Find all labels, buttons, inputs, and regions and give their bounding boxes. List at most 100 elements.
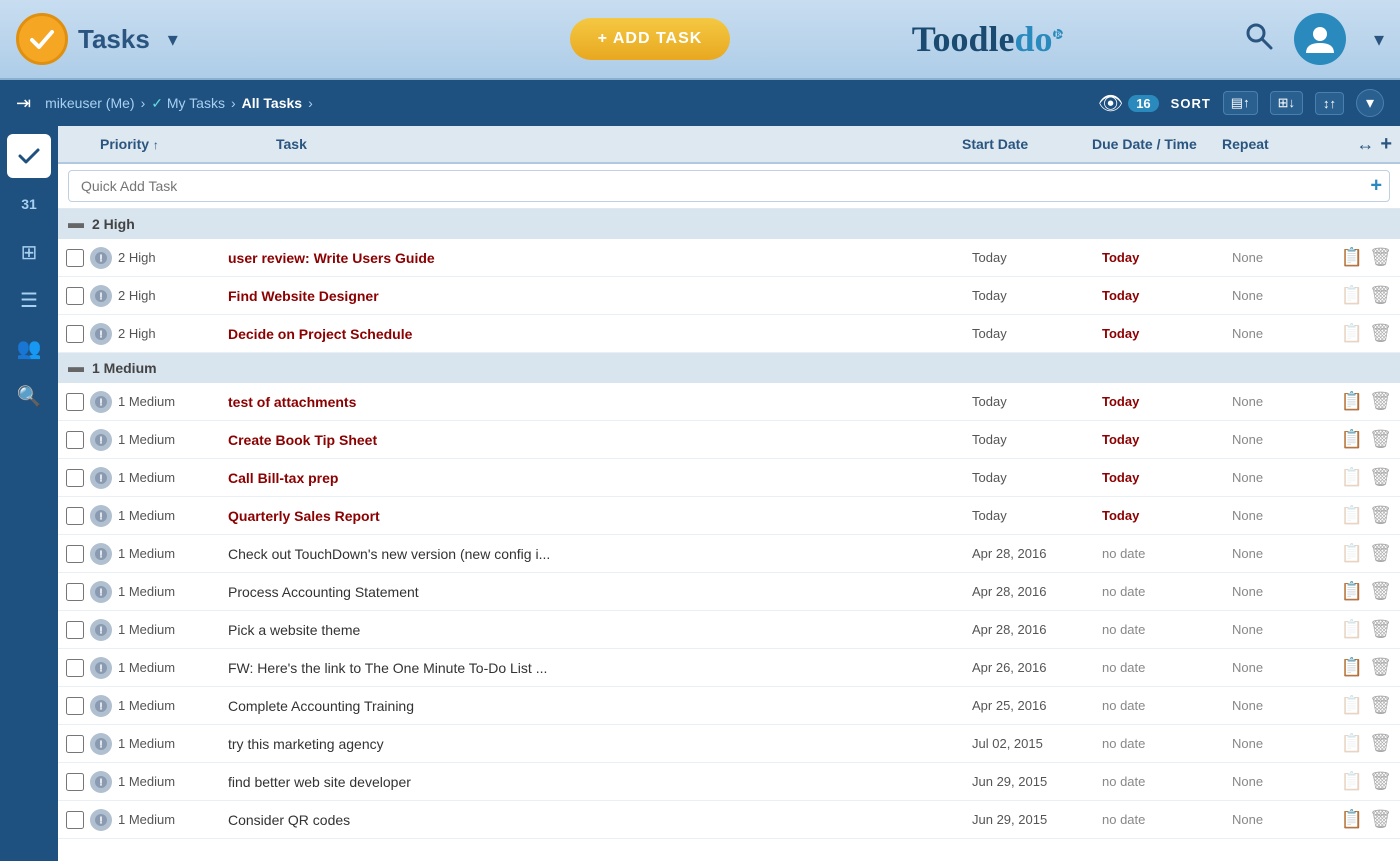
app-logo-circle[interactable] xyxy=(16,13,68,65)
delete-icon[interactable]: 🗑 xyxy=(1369,247,1392,268)
task-actions: 📋 🗑 xyxy=(1332,581,1392,602)
task-startdate: Jun 29, 2015 xyxy=(972,812,1102,827)
note-icon-empty[interactable]: 📋 xyxy=(1341,467,1363,488)
task-checkbox[interactable] xyxy=(66,697,84,715)
group-collapse-icon[interactable]: ▬ xyxy=(68,359,84,377)
group-collapse-icon[interactable]: ▬ xyxy=(68,215,84,233)
task-name[interactable]: user review: Write Users Guide xyxy=(228,250,972,266)
delete-icon[interactable]: 🗑 xyxy=(1369,657,1392,678)
delete-icon[interactable]: 🗑 xyxy=(1369,619,1392,640)
table-row: 1 Medium Quarterly Sales Report Today To… xyxy=(58,497,1400,535)
user-avatar[interactable] xyxy=(1294,13,1346,65)
sidebar-item-tasks[interactable] xyxy=(7,134,51,178)
sort-btn-1[interactable]: ▤↑ xyxy=(1223,91,1258,115)
delete-icon[interactable]: 🗑 xyxy=(1369,505,1392,526)
group-header-0[interactable]: ▬ 2 High xyxy=(58,209,1400,239)
delete-icon[interactable]: 🗑 xyxy=(1369,467,1392,488)
task-checkbox[interactable] xyxy=(66,811,84,829)
sidebar-item-calendar[interactable]: 31 xyxy=(7,182,51,226)
task-checkbox[interactable] xyxy=(66,621,84,639)
task-name[interactable]: Pick a website theme xyxy=(228,622,972,638)
tasks-dropdown-arrow[interactable]: ▾ xyxy=(168,27,178,52)
delete-icon[interactable]: 🗑 xyxy=(1369,695,1392,716)
col-add-icon[interactable]: + xyxy=(1380,133,1392,156)
task-name[interactable]: Create Book Tip Sheet xyxy=(228,432,972,448)
note-icon-empty[interactable]: 📋 xyxy=(1341,733,1363,754)
left-sidebar: 31 ⊞ ☰ 👥 🔍 xyxy=(0,126,58,861)
col-startdate-header[interactable]: Start Date xyxy=(962,136,1092,152)
task-name[interactable]: try this marketing agency xyxy=(228,736,972,752)
breadcrumb-alltasks[interactable]: All Tasks xyxy=(242,95,302,111)
task-checkbox[interactable] xyxy=(66,545,84,563)
priority-icon xyxy=(90,809,112,831)
note-icon[interactable]: 📋 xyxy=(1341,247,1363,268)
task-checkbox[interactable] xyxy=(66,773,84,791)
note-icon-empty[interactable]: 📋 xyxy=(1341,285,1363,306)
task-checkbox[interactable] xyxy=(66,431,84,449)
task-name[interactable]: Decide on Project Schedule xyxy=(228,326,972,342)
priority-icon xyxy=(90,581,112,603)
note-icon[interactable]: 📋 xyxy=(1341,657,1363,678)
col-duedate-header[interactable]: Due Date / Time xyxy=(1092,136,1222,152)
task-checkbox[interactable] xyxy=(66,659,84,677)
delete-icon[interactable]: 🗑 xyxy=(1369,323,1392,344)
sidebar-item-search[interactable]: 🔍 xyxy=(7,374,51,418)
task-actions: 📋 🗑 xyxy=(1332,695,1392,716)
delete-icon[interactable]: 🗑 xyxy=(1369,581,1392,602)
note-icon[interactable]: 📋 xyxy=(1341,581,1363,602)
task-repeat: None xyxy=(1232,584,1332,599)
user-dropdown-arrow[interactable]: ▾ xyxy=(1374,27,1384,52)
note-icon-empty[interactable]: 📋 xyxy=(1341,505,1363,526)
note-icon-empty[interactable]: 📋 xyxy=(1341,543,1363,564)
task-checkbox[interactable] xyxy=(66,325,84,343)
col-priority-header[interactable]: Priority ↑ xyxy=(96,136,276,152)
task-name[interactable]: find better web site developer xyxy=(228,774,972,790)
task-checkbox[interactable] xyxy=(66,507,84,525)
task-checkbox[interactable] xyxy=(66,287,84,305)
quick-add-plus-icon[interactable]: + xyxy=(1370,175,1382,198)
sidebar-item-contacts[interactable]: 👥 xyxy=(7,326,51,370)
task-name[interactable]: Check out TouchDown's new version (new c… xyxy=(228,546,972,562)
task-checkbox[interactable] xyxy=(66,393,84,411)
task-checkbox[interactable] xyxy=(66,249,84,267)
delete-icon[interactable]: 🗑 xyxy=(1369,733,1392,754)
delete-icon[interactable]: 🗑 xyxy=(1369,809,1392,830)
delete-icon[interactable]: 🗑 xyxy=(1369,391,1392,412)
note-icon-empty[interactable]: 📋 xyxy=(1341,323,1363,344)
task-name[interactable]: FW: Here's the link to The One Minute To… xyxy=(228,660,972,676)
note-icon[interactable]: 📋 xyxy=(1341,429,1363,450)
task-checkbox[interactable] xyxy=(66,469,84,487)
task-checkbox[interactable] xyxy=(66,735,84,753)
col-repeat-header[interactable]: Repeat xyxy=(1222,136,1322,152)
task-name[interactable]: test of attachments xyxy=(228,394,972,410)
delete-icon[interactable]: 🗑 xyxy=(1369,543,1392,564)
breadcrumb-mytasks[interactable]: ✓ My Tasks xyxy=(151,95,225,112)
sort-btn-2[interactable]: ⊞↓ xyxy=(1270,91,1303,115)
task-name[interactable]: Complete Accounting Training xyxy=(228,698,972,714)
task-name[interactable]: Process Accounting Statement xyxy=(228,584,972,600)
task-name[interactable]: Find Website Designer xyxy=(228,288,972,304)
delete-icon[interactable]: 🗑 xyxy=(1369,429,1392,450)
sidebar-item-list[interactable]: ☰ xyxy=(7,278,51,322)
note-icon[interactable]: 📋 xyxy=(1341,391,1363,412)
breadcrumb-user[interactable]: mikeuser (Me) xyxy=(45,95,134,111)
sort-btn-3[interactable]: ↕↑ xyxy=(1315,92,1344,115)
task-name[interactable]: Call Bill-tax prep xyxy=(228,470,972,486)
pin-icon[interactable]: ⇥ xyxy=(16,93,31,114)
delete-icon[interactable]: 🗑 xyxy=(1369,285,1392,306)
note-icon-empty[interactable]: 📋 xyxy=(1341,619,1363,640)
task-name[interactable]: Consider QR codes xyxy=(228,812,972,828)
group-header-1[interactable]: ▬ 1 Medium xyxy=(58,353,1400,383)
quick-add-input[interactable] xyxy=(68,170,1390,202)
task-name[interactable]: Quarterly Sales Report xyxy=(228,508,972,524)
search-button[interactable] xyxy=(1244,21,1274,58)
nav-options-chevron[interactable]: ▾ xyxy=(1356,89,1384,117)
note-icon-empty[interactable]: 📋 xyxy=(1341,695,1363,716)
delete-icon[interactable]: 🗑 xyxy=(1369,771,1392,792)
note-icon-empty[interactable]: 📋 xyxy=(1341,771,1363,792)
col-expand-icon[interactable]: ↔ xyxy=(1356,134,1374,155)
sidebar-item-grid[interactable]: ⊞ xyxy=(7,230,51,274)
add-task-button[interactable]: + ADD TASK xyxy=(570,18,731,60)
task-checkbox[interactable] xyxy=(66,583,84,601)
note-icon[interactable]: 📋 xyxy=(1341,809,1363,830)
